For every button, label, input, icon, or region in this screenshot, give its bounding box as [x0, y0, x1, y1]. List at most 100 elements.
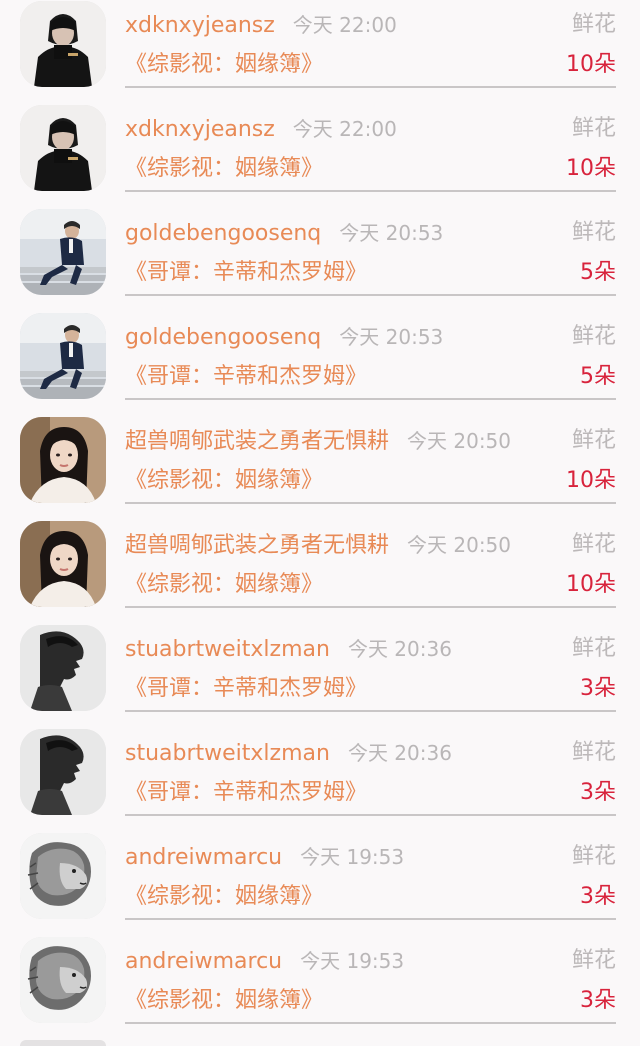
book-title-link[interactable]: 《哥谭：辛蒂和杰罗姆》 [125, 360, 367, 394]
timestamp: 今天 22:00 [292, 117, 397, 141]
book-title-link[interactable]: 《综影视：姻缘簿》 [125, 48, 323, 82]
user-avatar[interactable] [20, 937, 106, 1023]
avatar-man-profile-bw-icon [20, 625, 106, 711]
book-title-link[interactable]: 《综影视：姻缘簿》 [125, 152, 323, 186]
book-title-link[interactable]: 《哥谭：辛蒂和杰罗姆》 [125, 672, 367, 706]
book-title-link[interactable]: 《综影视：姻缘簿》 [125, 984, 323, 1018]
username[interactable]: goldebengoosenq [125, 221, 321, 246]
row-divider [125, 398, 616, 400]
username[interactable]: 超兽啁郇武装之勇者无惧耕 [125, 429, 389, 454]
gift-record-row[interactable]: 超兽啁郇武装之勇者无惧耕 今天 20:50 鲜花 《综影视：姻缘簿》 10朵 [0, 416, 640, 520]
gift-type-label: 鲜花 [571, 532, 616, 557]
gift-record-row[interactable]: 超兽啁郇武装之勇者无惧耕 今天 20:50 鲜花《综影视：姻缘簿》 10朵 [0, 520, 640, 624]
username[interactable]: stuabrtweitxlzman [125, 741, 330, 766]
row-divider [125, 86, 616, 88]
book-title-link[interactable]: 《哥谭：辛蒂和杰罗姆》 [125, 776, 367, 810]
username-line: goldebengoosenq 今天 20:53 [125, 216, 443, 251]
user-avatar[interactable] [20, 521, 106, 607]
row-divider [125, 502, 616, 504]
username-line: stuabrtweitxlzman 今天 20:36 [125, 632, 452, 667]
gift-type-label: 鲜花 [571, 428, 616, 453]
username-line: 超兽啁郇武装之勇者无惧耕 今天 20:50 [125, 528, 511, 563]
timestamp: 今天 22:00 [292, 13, 397, 37]
gift-count: 10朵 [566, 156, 616, 181]
username[interactable]: xdknxyjeansz [125, 117, 275, 142]
username-line: andreiwmarcu 今天 19:53 [125, 840, 404, 875]
gift-record-row[interactable]: stuabrtweitxlzman 今天 20:36 鲜花《哥谭：辛蒂和杰罗姆》 3朵 [0, 624, 640, 728]
username-line: xdknxyjeansz 今天 22:00 [125, 8, 397, 43]
next-avatar-edge [20, 1040, 106, 1046]
row-divider [125, 918, 616, 920]
username[interactable]: andreiwmarcu [125, 949, 282, 974]
gift-record-row[interactable]: stuabrtweitxlzman 今天 20:36 鲜花《哥谭：辛蒂和杰罗姆》 3朵 [0, 728, 640, 832]
gift-count: 10朵 [566, 572, 616, 597]
username[interactable]: andreiwmarcu [125, 845, 282, 870]
gift-type-label: 鲜花 [571, 220, 616, 245]
row-divider [125, 814, 616, 816]
row-divider [125, 606, 616, 608]
avatar-lion-sketch-icon [20, 833, 106, 919]
gift-count: 5朵 [580, 364, 616, 389]
username[interactable]: xdknxyjeansz [125, 13, 275, 38]
gift-type-label: 鲜花 [571, 948, 616, 973]
timestamp: 今天 20:53 [339, 221, 444, 245]
avatar-man-suit-on-steps-icon [20, 313, 106, 399]
gift-count: 3朵 [580, 884, 616, 909]
next-row-peek [0, 1040, 640, 1046]
avatar-person-black-clothes-icon [20, 1, 106, 87]
gift-record-row[interactable]: andreiwmarcu 今天 19:53 鲜花《综影视：姻缘簿》 3朵 [0, 936, 640, 1040]
avatar-man-profile-bw-icon [20, 729, 106, 815]
username-line: xdknxyjeansz 今天 22:00 [125, 112, 397, 147]
gift-type-label: 鲜花 [571, 116, 616, 141]
book-title-link[interactable]: 《综影视：姻缘簿》 [125, 464, 323, 498]
row-divider [125, 294, 616, 296]
timestamp: 今天 20:36 [347, 637, 452, 661]
user-avatar[interactable] [20, 729, 106, 815]
gift-count: 3朵 [580, 676, 616, 701]
gift-record-row[interactable]: goldebengoosenq 今天 20:53 鲜花《哥谭：辛蒂和杰罗姆》 5朵 [0, 312, 640, 416]
gift-count: 5朵 [580, 260, 616, 285]
book-title-link[interactable]: 《哥谭：辛蒂和杰罗姆》 [125, 256, 367, 290]
avatar-man-suit-on-steps-icon [20, 209, 106, 295]
user-avatar[interactable] [20, 1, 106, 87]
username[interactable]: stuabrtweitxlzman [125, 637, 330, 662]
gift-type-label: 鲜花 [571, 636, 616, 661]
row-divider [125, 190, 616, 192]
user-avatar[interactable] [20, 313, 106, 399]
user-avatar[interactable] [20, 833, 106, 919]
username[interactable]: 超兽啁郇武装之勇者无惧耕 [125, 533, 389, 558]
user-avatar[interactable] [20, 209, 106, 295]
timestamp: 今天 20:50 [407, 533, 512, 557]
gift-record-row[interactable]: xdknxyjeansz 今天 22:00 鲜花《综影视：姻缘簿》 10朵 [0, 0, 640, 104]
gift-type-label: 鲜花 [571, 740, 616, 765]
book-title-link[interactable]: 《综影视：姻缘簿》 [125, 568, 323, 602]
username-line: stuabrtweitxlzman 今天 20:36 [125, 736, 452, 771]
user-avatar[interactable] [20, 417, 106, 503]
avatar-person-black-clothes-icon [20, 105, 106, 191]
gift-count: 3朵 [580, 780, 616, 805]
gift-record-row[interactable]: xdknxyjeansz 今天 22:00 鲜花《综影视：姻缘簿》 10朵 [0, 104, 640, 208]
gift-type-label: 鲜花 [571, 12, 616, 37]
timestamp: 今天 20:53 [339, 325, 444, 349]
gift-record-row[interactable]: andreiwmarcu 今天 19:53 鲜花《综影视：姻缘簿》 3朵 [0, 832, 640, 936]
row-divider [125, 710, 616, 712]
gift-type-label: 鲜花 [571, 844, 616, 869]
avatar-lion-sketch-icon [20, 937, 106, 1023]
timestamp: 今天 19:53 [300, 949, 405, 973]
timestamp: 今天 20:36 [347, 741, 452, 765]
gift-count: 3朵 [580, 988, 616, 1013]
gift-type-label: 鲜花 [571, 324, 616, 349]
book-title-link[interactable]: 《综影视：姻缘簿》 [125, 880, 323, 914]
username[interactable]: goldebengoosenq [125, 325, 321, 350]
avatar-woman-long-hair-icon [20, 417, 106, 503]
username-line: andreiwmarcu 今天 19:53 [125, 944, 404, 979]
user-avatar[interactable] [20, 625, 106, 711]
timestamp: 今天 20:50 [407, 429, 512, 453]
gift-record-row[interactable]: goldebengoosenq 今天 20:53 鲜花《哥谭：辛蒂和杰罗姆》 5朵 [0, 208, 640, 312]
avatar-woman-long-hair-icon [20, 521, 106, 607]
gift-record-list: xdknxyjeansz 今天 22:00 鲜花 《综影视：姻缘簿》 10朵 xdknx… [0, 0, 640, 1040]
row-divider [125, 1022, 616, 1024]
username-line: 超兽啁郇武装之勇者无惧耕 今天 20:50 [125, 424, 511, 459]
user-avatar[interactable] [20, 105, 106, 191]
gift-count: 10朵 [566, 52, 616, 77]
